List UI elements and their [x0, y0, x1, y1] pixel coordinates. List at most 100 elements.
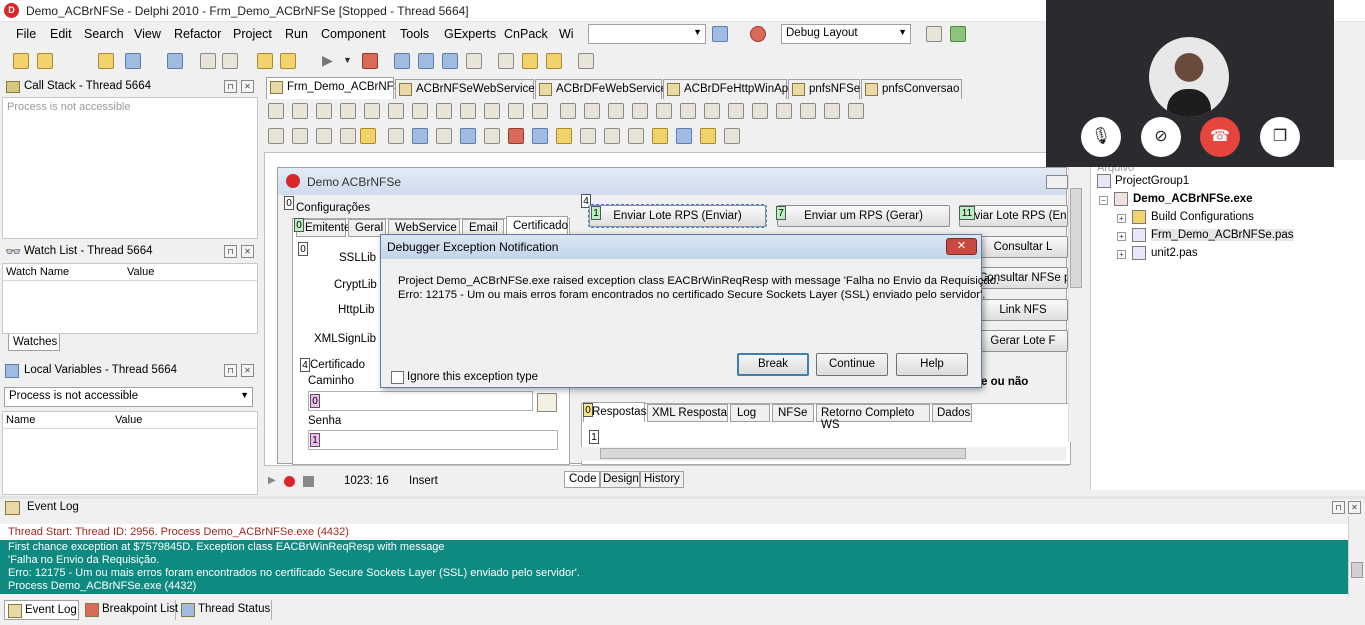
- open-project-icon[interactable]: [98, 53, 114, 69]
- component-icon-10[interactable]: [484, 128, 500, 144]
- pin-icon[interactable]: ⊓: [1332, 501, 1345, 514]
- center-horz-icon[interactable]: [460, 103, 476, 119]
- align-center-icon[interactable]: [292, 103, 308, 119]
- continue-button[interactable]: Continue: [816, 353, 888, 376]
- flip-icon[interactable]: [704, 103, 720, 119]
- tab-retorno-completo[interactable]: Retorno Completo WS: [816, 404, 930, 431]
- component-icon-14[interactable]: [580, 128, 596, 144]
- pin-icon[interactable]: ⊓: [224, 364, 237, 377]
- component-icon-1[interactable]: [268, 128, 284, 144]
- layout-apply-icon[interactable]: [950, 26, 966, 42]
- save-all-icon[interactable]: [200, 53, 216, 69]
- stop-record-icon[interactable]: [303, 476, 314, 487]
- menu-tools[interactable]: Tools: [400, 27, 429, 41]
- bring-front-icon[interactable]: [752, 103, 768, 119]
- column-value[interactable]: Value: [127, 266, 154, 278]
- column-value[interactable]: Value: [115, 414, 142, 426]
- creation-order-icon[interactable]: [680, 103, 696, 119]
- component-icon-12[interactable]: [532, 128, 548, 144]
- layout-save-icon[interactable]: [926, 26, 942, 42]
- close-file-icon[interactable]: [222, 53, 238, 69]
- component-icon-16[interactable]: [628, 128, 644, 144]
- run-target-icon[interactable]: [750, 26, 766, 42]
- event-log-vscroll[interactable]: [1348, 516, 1365, 596]
- component-icon-7[interactable]: [412, 128, 428, 144]
- tab-dfehttpwinapi[interactable]: ACBrDFeHttpWinApi: [663, 79, 791, 99]
- run-to-cursor-icon[interactable]: [466, 53, 482, 69]
- component-icon-19[interactable]: [700, 128, 716, 144]
- tree-demo-exe[interactable]: Demo_ACBrNFSe.exe: [1133, 193, 1253, 205]
- hscroll-thumb[interactable]: [600, 448, 966, 459]
- align-left-icon[interactable]: [268, 103, 284, 119]
- menu-refactor[interactable]: Refactor: [174, 27, 221, 41]
- expand-icon[interactable]: +: [1117, 214, 1126, 223]
- options-icon[interactable]: [824, 103, 840, 119]
- size-height-icon[interactable]: [532, 103, 548, 119]
- switch-view-icon[interactable]: ❐: [1260, 117, 1300, 157]
- btn-enviar-um-rps[interactable]: Enviar um RPS (Gerar): [777, 205, 950, 227]
- tab-nfse[interactable]: NFSe: [772, 404, 814, 422]
- remove-from-project-icon[interactable]: [280, 53, 296, 69]
- tab-webservices[interactable]: ACBrNFSeWebServices: [395, 79, 540, 99]
- tab-xml-resposta[interactable]: XML Resposta: [647, 404, 728, 422]
- new-items-icon[interactable]: [13, 53, 29, 69]
- play-icon[interactable]: ▶: [268, 475, 276, 486]
- close-icon[interactable]: ✕: [1348, 501, 1361, 514]
- add-to-project-icon[interactable]: [257, 53, 273, 69]
- menu-cnpack[interactable]: CnPack: [504, 27, 548, 41]
- trace-into-icon[interactable]: [442, 53, 458, 69]
- tree-project-group[interactable]: ProjectGroup1: [1115, 175, 1189, 187]
- close-icon[interactable]: ✕: [241, 245, 254, 258]
- paste-icon[interactable]: [522, 53, 538, 69]
- step-into-icon[interactable]: [394, 53, 410, 69]
- order-icon[interactable]: [632, 103, 648, 119]
- expand-icon[interactable]: +: [1117, 250, 1126, 259]
- tab-dados[interactable]: Dados: [932, 404, 972, 422]
- local-vars-grid[interactable]: Name Value: [2, 411, 258, 495]
- toolbar-combo[interactable]: ▼: [588, 24, 706, 44]
- designer-vscroll[interactable]: [1068, 170, 1082, 442]
- size-icon[interactable]: [584, 103, 600, 119]
- microphone-icon[interactable]: 🎙: [1081, 117, 1121, 157]
- btn-enviar-lote-rps[interactable]: Enviar Lote RPS (Enviar): [588, 204, 767, 228]
- camera-off-icon[interactable]: ⊘: [1141, 117, 1181, 157]
- browse-folder-icon[interactable]: [537, 393, 557, 412]
- btn-gerar-lote[interactable]: Gerar Lote F: [978, 330, 1068, 352]
- component-icon-6[interactable]: [388, 128, 404, 144]
- designer-hscroll[interactable]: [580, 447, 1066, 461]
- copy-icon[interactable]: [498, 53, 514, 69]
- menu-window[interactable]: Wi: [559, 27, 574, 41]
- clipboard-icon[interactable]: [546, 53, 562, 69]
- tree-unit2-pas[interactable]: unit2.pas: [1151, 247, 1198, 259]
- space-horz-icon[interactable]: [412, 103, 428, 119]
- record-icon[interactable]: [284, 476, 295, 487]
- align-right-icon[interactable]: [316, 103, 332, 119]
- tab-dfewebservice[interactable]: ACBrDFeWebService: [535, 79, 667, 99]
- more-icon[interactable]: [848, 103, 864, 119]
- tab-event-log[interactable]: Event Log: [4, 600, 79, 620]
- column-watch-name[interactable]: Watch Name: [6, 266, 69, 278]
- tab-breakpoint-list[interactable]: Breakpoint List: [82, 600, 178, 620]
- menu-run[interactable]: Run: [285, 27, 308, 41]
- lock-controls-icon[interactable]: [728, 103, 744, 119]
- component-icon-11[interactable]: [508, 128, 524, 144]
- step-over-icon[interactable]: [418, 53, 434, 69]
- component-icon-5[interactable]: [360, 128, 376, 144]
- minimize-icon[interactable]: [1046, 175, 1068, 189]
- component-icon-20[interactable]: [724, 128, 740, 144]
- save-icon[interactable]: [167, 53, 183, 69]
- component-icon-13[interactable]: [556, 128, 572, 144]
- layout-combo[interactable]: Debug Layout ▼: [781, 24, 911, 44]
- dialog-close-button[interactable]: ✕: [946, 238, 977, 255]
- align-bottom-icon[interactable]: [388, 103, 404, 119]
- menu-component[interactable]: Component: [321, 27, 386, 41]
- cert-pass-input[interactable]: [308, 430, 558, 450]
- space-vert-icon[interactable]: [436, 103, 452, 119]
- pin-icon[interactable]: ⊓: [224, 245, 237, 258]
- window-list-icon[interactable]: [578, 53, 594, 69]
- center-vert-icon[interactable]: [484, 103, 500, 119]
- ignore-exception-checkbox[interactable]: [391, 371, 404, 384]
- tab-history[interactable]: History: [640, 471, 684, 488]
- collapse-icon[interactable]: −: [1099, 196, 1108, 205]
- menu-search[interactable]: Search: [84, 27, 124, 41]
